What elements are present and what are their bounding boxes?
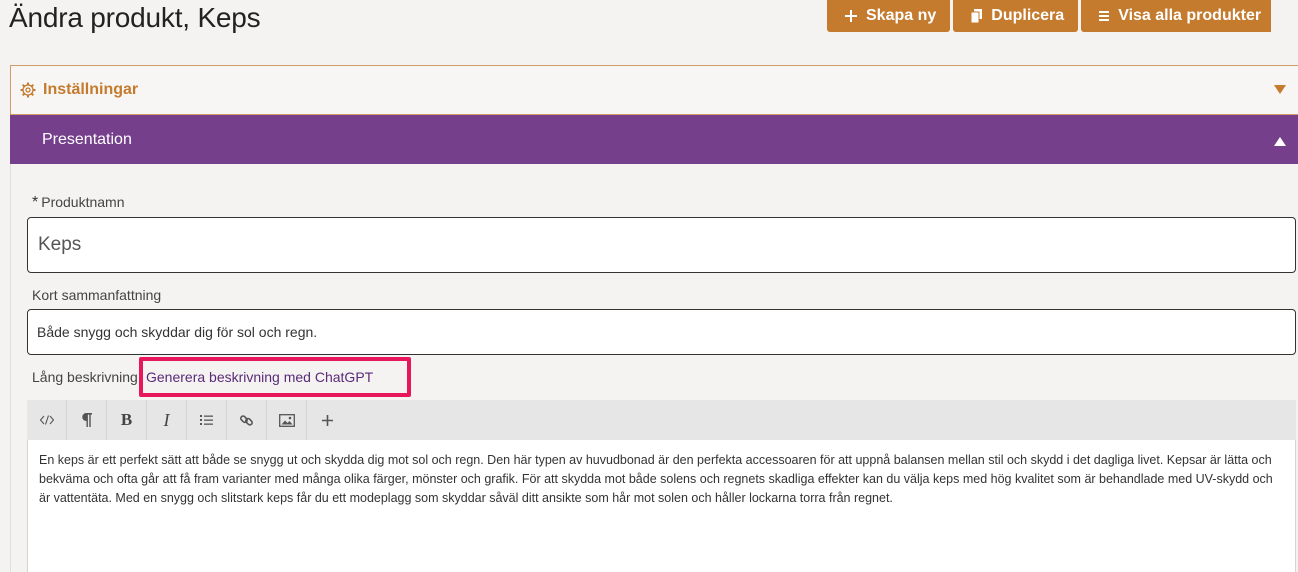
long-description-editor[interactable]: En keps är ett perfekt sätt att både se … <box>27 440 1296 572</box>
plus-icon[interactable] <box>307 400 347 440</box>
italic-icon[interactable]: I <box>147 400 187 440</box>
generate-chatgpt-link[interactable]: Generera beskrivning med ChatGPT <box>146 369 373 385</box>
bold-icon[interactable]: B <box>107 400 147 440</box>
presentation-panel-header[interactable]: Presentation <box>10 115 1298 164</box>
copy-icon <box>971 9 983 23</box>
summary-label: Kort sammanfattning <box>32 287 162 303</box>
page-title: Ändra produkt, Keps <box>9 2 261 33</box>
plus-icon <box>845 10 857 22</box>
show-all-products-button[interactable]: Visa alla produkter <box>1081 0 1272 32</box>
long-description-label: Lång beskrivning <box>32 369 138 385</box>
create-new-button[interactable]: Skapa ny <box>827 0 951 32</box>
summary-input[interactable]: Både snygg och skyddar dig för sol och r… <box>27 309 1296 355</box>
product-name-input[interactable]: Keps <box>27 217 1296 273</box>
show-all-products-label: Visa alla produkter <box>1118 7 1262 24</box>
gear-icon <box>20 82 36 98</box>
top-toolbar: Skapa ny Duplicera Visa alla produkter <box>827 0 1272 32</box>
chevron-up-icon <box>1274 137 1286 146</box>
presentation-panel-label: Presentation <box>42 130 132 148</box>
product-name-label: * Produktnamn <box>32 194 125 212</box>
link-icon[interactable] <box>227 400 267 440</box>
paragraph-icon[interactable] <box>67 400 107 440</box>
product-name-label-text: Produktnamn <box>41 194 125 210</box>
duplicate-button[interactable]: Duplicera <box>953 0 1079 32</box>
settings-panel-label: Inställningar <box>43 81 139 98</box>
create-new-label: Skapa ny <box>866 7 937 24</box>
duplicate-label: Duplicera <box>991 7 1065 24</box>
chevron-down-icon <box>1274 85 1286 94</box>
list-icon <box>1099 11 1110 21</box>
required-mark: * <box>32 194 39 211</box>
settings-panel-header[interactable]: Inställningar <box>10 65 1298 115</box>
image-icon[interactable] <box>267 400 307 440</box>
list-icon[interactable] <box>187 400 227 440</box>
code-view-icon[interactable] <box>27 400 67 440</box>
editor-toolbar: B I <box>27 400 1296 440</box>
